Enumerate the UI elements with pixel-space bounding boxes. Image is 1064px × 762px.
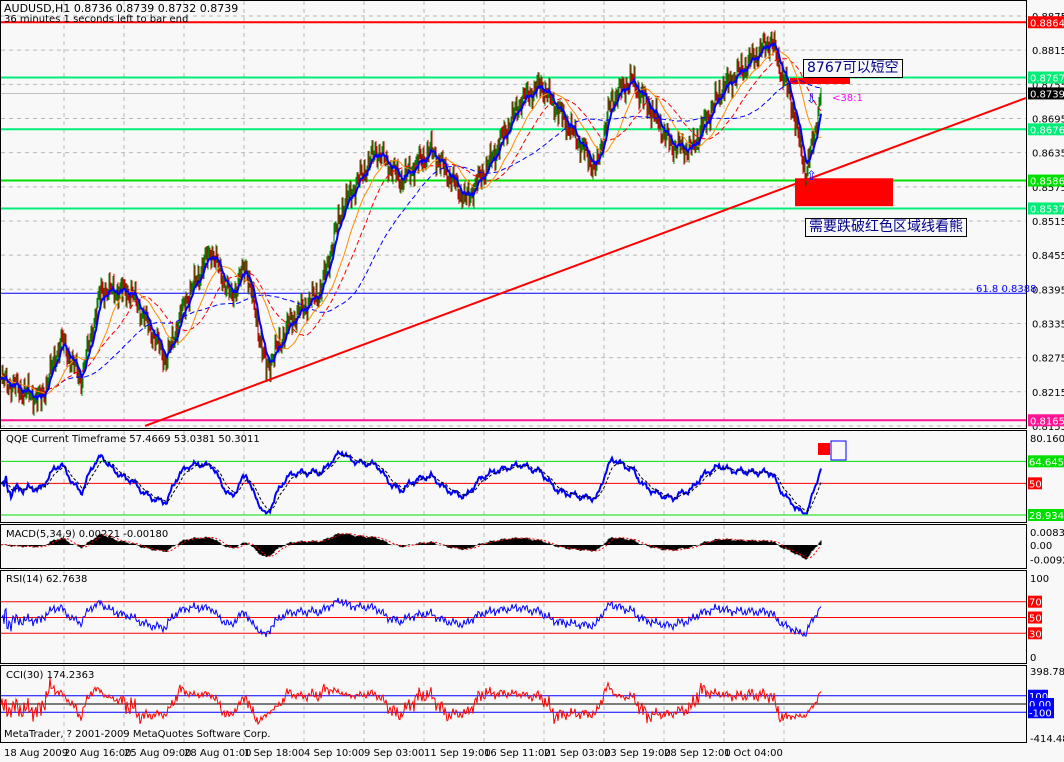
x-tick-label: 21 Sep 03:00 xyxy=(544,748,611,759)
price-badge-label: 0.8165 xyxy=(1030,416,1064,427)
x-tick-label: 28 Aug 01:00 xyxy=(184,748,251,759)
x-tick-label: 1 Oct 04:00 xyxy=(724,748,783,759)
rsi-title: RSI(14) 62.7638 xyxy=(6,574,88,585)
y-tick-label: 0.8815 xyxy=(1032,46,1064,57)
y-tick-label: 0.8635 xyxy=(1032,149,1064,160)
macd-title: MACD(5,34,9) 0.00221 -0.00180 xyxy=(6,529,169,540)
macd-y-label: 0.00 xyxy=(1030,541,1052,552)
short-note[interactable]: 8767可以短空 xyxy=(803,59,903,78)
fib-label: 61.8 0.8388 xyxy=(976,284,1037,295)
y-tick-label: 0.8215 xyxy=(1032,388,1064,399)
macd-y-label: 0.00832 xyxy=(1030,528,1064,539)
x-tick-label: 25 Aug 09:00 xyxy=(124,748,191,759)
y-tick-label: 0.8395 xyxy=(1032,285,1064,296)
x-tick-label: 9 Sep 03:00 xyxy=(364,748,424,759)
chart-canvas[interactable]: 18 Aug 200920 Aug 16:0025 Aug 09:0028 Au… xyxy=(0,0,1064,762)
y-tick-label: 0.8335 xyxy=(1032,319,1064,330)
up-arrow-icon: ⇧ xyxy=(806,169,817,184)
y-tick-label: 0.8275 xyxy=(1032,354,1064,365)
x-tick-label: 23 Sep 19:00 xyxy=(604,748,671,759)
y-tick-label: 0.8515 xyxy=(1032,217,1064,228)
chart-window[interactable]: 18 Aug 2009 20 Aug 16:00 25 Aug 09:00 28 Au… xyxy=(0,0,1064,762)
qqe-marker xyxy=(818,443,830,455)
rsi-badge-label: 70 xyxy=(1029,598,1042,609)
x-tick-label: 11 Sep 19:00 xyxy=(424,748,491,759)
bar-timer: 36 minutes 1 seconds left to bar end xyxy=(4,14,189,25)
price-badge-label: 0.8864 xyxy=(1030,18,1064,29)
rsi-y-label: 100 xyxy=(1030,574,1049,585)
rsi-badge-label: 50 xyxy=(1029,614,1042,625)
cci-y-label: 398.789 xyxy=(1030,667,1064,678)
x-tick-label: 18 Aug 2009 xyxy=(4,748,68,759)
y-tick-label: 0.8455 xyxy=(1032,251,1064,262)
qqe-top-label: 80.1604 xyxy=(1030,434,1064,445)
x-tick-label: 20 Aug 16:00 xyxy=(64,748,131,759)
rsi-badge-label: 30 xyxy=(1029,629,1042,640)
price-badge-label: 0.8767 xyxy=(1030,73,1064,84)
qqe-arrow-box xyxy=(830,440,847,461)
cci-badge-label: -100 xyxy=(1029,708,1052,719)
x-tick-label: 28 Sep 12:00 xyxy=(664,748,731,759)
symbol-line: AUDUSD,H1 0.8736 0.8739 0.8732 0.8739 xyxy=(4,2,239,15)
cci-y-label: -414.485 xyxy=(1030,734,1064,745)
macd-y-label: -0.00921 xyxy=(1030,555,1064,566)
price-badge-label: 0.8537 xyxy=(1030,204,1064,215)
price-badge-label: 0.8676 xyxy=(1030,125,1064,136)
qqe-badge-label: 28.9342 xyxy=(1029,511,1064,522)
price-badge-label: 0.8739 xyxy=(1030,89,1064,100)
cci-title: CCI(30) 174.2363 xyxy=(6,670,95,681)
price-badge-label: 0.8586 xyxy=(1030,177,1064,188)
x-tick-label: 4 Sep 10:00 xyxy=(304,748,364,759)
down-arrow-icon: ⇩ xyxy=(806,92,817,107)
qqe-badge-label: 50 xyxy=(1029,479,1042,490)
copyright: MetaTrader, ? 2001-2009 MetaQuotes Softw… xyxy=(4,729,271,740)
qqe-title: QQE Current Timeframe 57.4669 53.0381 50… xyxy=(6,434,260,445)
bear-note[interactable]: 需要跌破红色区域线看熊 xyxy=(805,218,967,237)
rsi-y-label: 0 xyxy=(1030,653,1036,664)
x-tick-label: 16 Sep 11:00 xyxy=(484,748,551,759)
x-tick-label: 1 Sep 18:00 xyxy=(244,748,304,759)
qqe-badge-label: 64.6458 xyxy=(1029,457,1064,468)
ratio-label: <38:1 xyxy=(832,93,863,104)
